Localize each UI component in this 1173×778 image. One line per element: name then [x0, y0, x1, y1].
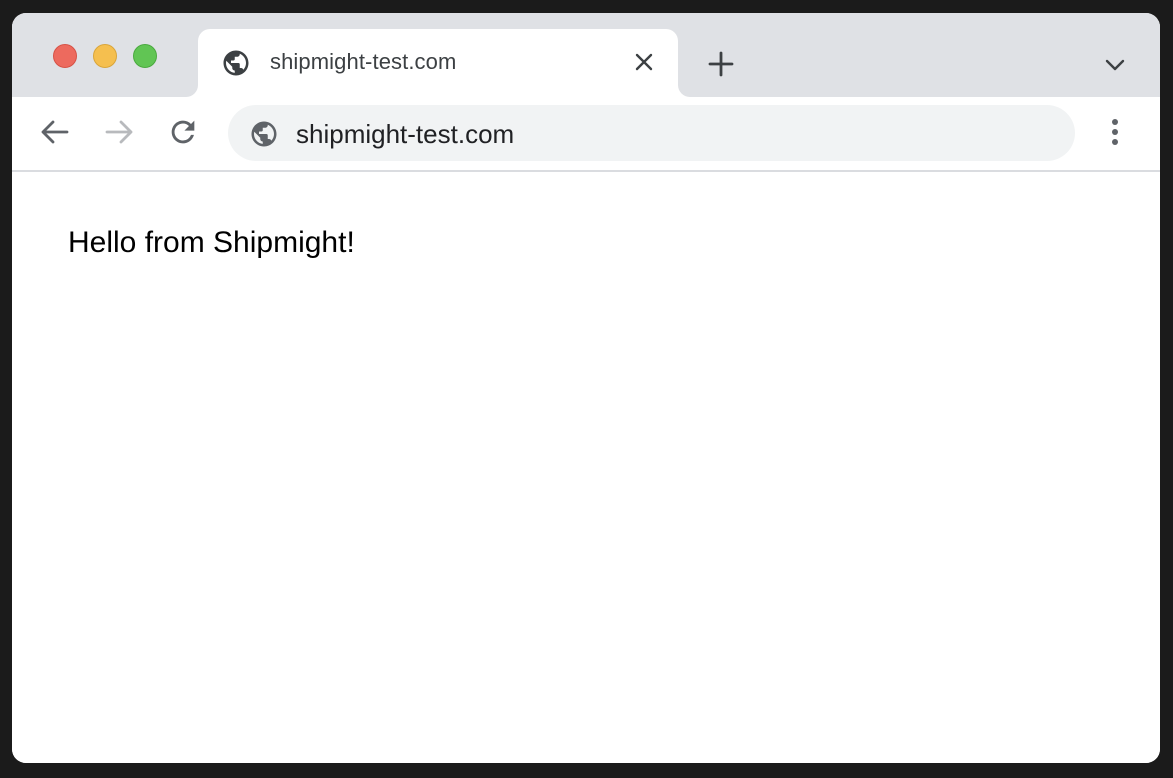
tab-active[interactable]: shipmight-test.com	[198, 29, 678, 97]
plus-icon[interactable]	[706, 49, 736, 79]
globe-icon	[221, 48, 251, 78]
chevron-down-icon[interactable]	[1102, 52, 1128, 78]
page-content: Hello from Shipmight!	[12, 172, 1160, 763]
tab-title: shipmight-test.com	[270, 49, 457, 74]
address-bar[interactable]: shipmight-test.com	[228, 105, 1075, 161]
tab-strip: shipmight-test.com	[12, 13, 1160, 97]
reload-icon[interactable]	[166, 115, 200, 149]
kebab-menu-icon[interactable]	[1102, 115, 1128, 149]
close-icon[interactable]	[632, 50, 656, 74]
window-minimize-button[interactable]	[93, 44, 117, 68]
globe-icon	[249, 119, 279, 149]
address-bar-url[interactable]: shipmight-test.com	[296, 119, 514, 150]
window-maximize-button[interactable]	[133, 44, 157, 68]
page-heading-text: Hello from Shipmight!	[68, 226, 355, 259]
browser-window: shipmight-test.com shipmight-test.com He…	[12, 13, 1160, 763]
toolbar: shipmight-test.com	[12, 97, 1160, 172]
arrow-left-icon[interactable]	[38, 115, 72, 149]
arrow-right-icon[interactable]	[102, 115, 136, 149]
window-close-button[interactable]	[53, 44, 77, 68]
